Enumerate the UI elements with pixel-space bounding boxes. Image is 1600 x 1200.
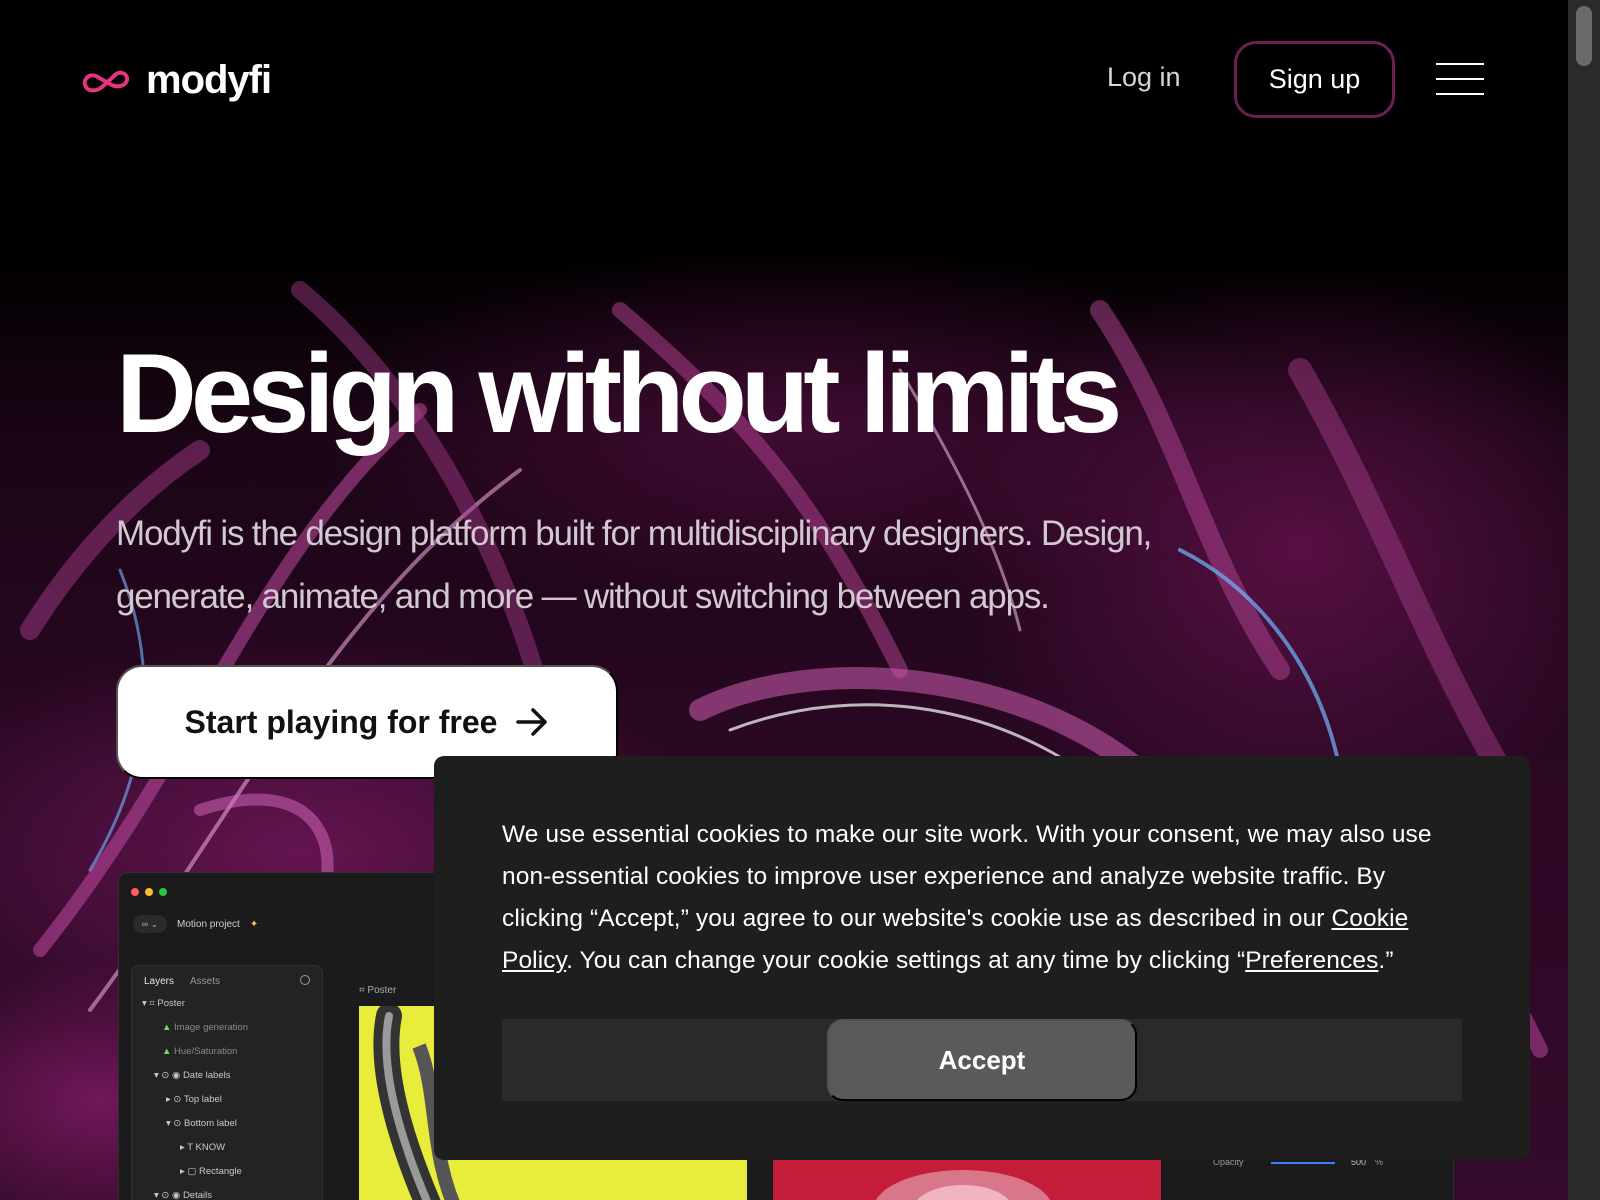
poster-red-artwork [773,1160,1161,1200]
properties-panel: Opacity 500 % [1213,1153,1433,1200]
layer-item: ▸ ▢ Rectangle [180,1166,242,1177]
tab-layers: Layers [144,976,175,987]
preferences-link[interactable]: Preferences [1245,947,1378,974]
layer-item: ▾ ⊙ ◉ Date labels [154,1070,231,1081]
layer-item: ▸ T KNOW [180,1142,226,1153]
layer-item: ▾ ⊙ Bottom label [166,1118,237,1129]
layer-item: ▲ Hue/Saturation [162,1046,238,1057]
cta-label: Start playing for free [184,703,498,740]
window-close-dot [131,888,139,896]
modyfi-logo-icon [82,70,130,92]
cookie-actions: Accept [502,1019,1462,1101]
layers-panel: Layers Assets ▾ ⌗ Poster ▲ Image generat… [131,965,323,1200]
layer-item: ▲ Image generation [162,1022,248,1033]
layer-item: ▾ ⌗ Poster [142,998,185,1009]
tab-assets: Assets [190,976,221,987]
page-scrollbar[interactable] [1568,0,1600,1200]
window-minimize-dot [145,888,153,896]
sparkle-icon: ✦ [249,918,259,930]
hero-subtitle: Modyfi is the design platform built for … [116,514,1152,616]
hero-title: Design without limits [116,331,1122,456]
accept-button[interactable]: Accept [827,1019,1137,1101]
cookie-banner: We use essential cookies to make our sit… [434,756,1530,1160]
window-maximize-dot [159,888,167,896]
project-name: Motion project [177,918,240,930]
layer-item: ▾ ⊙ ◉ Details [154,1190,212,1200]
canvas-frame-label: ⌗ Poster [359,985,397,996]
brand-logo[interactable]: modyfi [80,58,272,103]
signup-button[interactable]: Sign up [1234,41,1395,118]
scrollbar-thumb[interactable] [1576,6,1592,66]
search-icon [300,975,310,985]
project-bar: ∞ ⌄ Motion project ✦ [133,915,258,933]
brand-name: modyfi [146,58,272,102]
site-header: modyfi Log in Sign up [0,0,1568,160]
arrow-right-icon [516,708,548,736]
hamburger-icon[interactable] [1436,63,1484,95]
logo-menu-icon: ∞ ⌄ [133,915,167,933]
opacity-slider [1271,1162,1335,1164]
layer-item: ▸ ⊙ Top label [166,1094,222,1105]
login-link[interactable]: Log in [1107,62,1181,93]
cookie-message: We use essential cookies to make our sit… [502,821,1432,974]
